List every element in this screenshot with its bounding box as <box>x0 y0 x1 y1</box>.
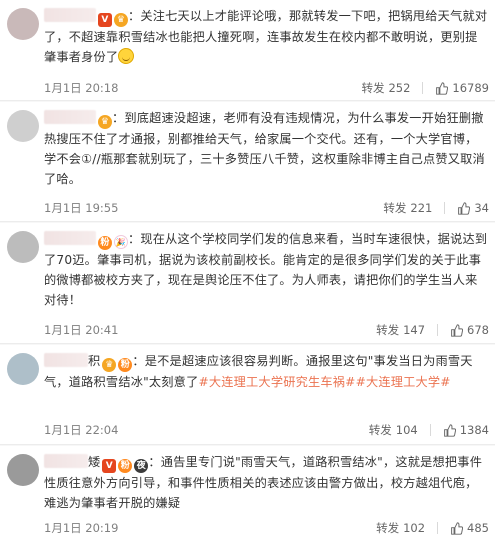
verified-icon: V <box>102 459 117 473</box>
forward-label: 转发 <box>376 323 400 337</box>
comment-meta: 1月1日 20:19 转发 102 485 <box>44 519 489 537</box>
avatar[interactable] <box>7 454 39 486</box>
comment-meta: 1月1日 20:18 转发 252 16789 <box>44 79 489 97</box>
like-count: 485 <box>467 521 489 535</box>
thumbs-up-icon <box>458 201 471 215</box>
hashtag-link[interactable]: #大连理工大学# <box>356 375 451 389</box>
crown-icon: ♛ <box>98 115 112 129</box>
comment-meta: 1月1日 22:04 转发 104 1384 <box>44 421 489 439</box>
comment-body: 积 ♛ 粉：是不是超速应该很容易判断。通报里这句"事发当日为雨雪天气，道路积雪结冰"… <box>44 351 489 392</box>
like-button[interactable]: 16789 <box>435 79 489 97</box>
night-badge-icon: 夜 <box>134 459 149 473</box>
crown-icon: ♛ <box>114 13 128 27</box>
thumbs-up-icon <box>451 521 464 535</box>
comment-meta: 1月1日 20:41 转发 147 678 <box>44 321 489 339</box>
comment-actions: 转发 104 1384 <box>369 421 489 439</box>
username-blurred[interactable] <box>44 454 88 468</box>
divider <box>429 424 431 436</box>
comment-time: 1月1日 19:55 <box>44 201 119 215</box>
comment-time: 1月1日 20:18 <box>44 81 119 95</box>
thumbs-up-icon <box>436 81 449 95</box>
forward-button[interactable]: 转发 102 <box>376 519 425 537</box>
forward-button[interactable]: 转发 104 <box>369 421 418 439</box>
verified-icon: V <box>98 13 112 27</box>
like-count: 16789 <box>452 81 489 95</box>
like-button[interactable]: 34 <box>457 199 489 217</box>
fan-badge-icon: 粉 <box>118 459 133 473</box>
avatar[interactable] <box>7 8 39 40</box>
forward-button[interactable]: 转发 252 <box>361 79 410 97</box>
comment-body: V ♛ ：关注七天以上才能评论哦，那就转发一下吧，把锅甩给天气就对了，不超速靠积雪结… <box>44 6 489 67</box>
fan-badge-icon: 粉 <box>118 358 133 372</box>
comment-actions: 转发 221 34 <box>383 199 489 217</box>
comment-time: 1月1日 20:41 <box>44 323 119 337</box>
comment-meta: 1月1日 19:55 转发 221 34 <box>44 199 489 217</box>
forward-button[interactable]: 转发 221 <box>383 199 432 217</box>
comment-time: 1月1日 20:19 <box>44 521 119 535</box>
forward-button[interactable]: 转发 147 <box>376 321 425 339</box>
comment-actions: 转发 252 16789 <box>361 79 489 97</box>
like-count: 1384 <box>459 423 489 437</box>
thumbs-up-icon <box>443 423 456 437</box>
comment-body: 矮 V 粉夜：通告里专门说"雨雪天气，道路积雪结冰"，这就是想把事件性质往意外方向引… <box>44 452 489 513</box>
like-count: 34 <box>474 201 489 215</box>
crown-icon: ♛ <box>102 358 117 372</box>
divider <box>422 82 424 94</box>
comment-actions: 转发 102 485 <box>376 519 489 537</box>
divider <box>437 324 439 336</box>
comment-time: 1月1日 22:04 <box>44 423 119 437</box>
forward-count: 104 <box>395 423 418 437</box>
username-blurred[interactable] <box>44 8 96 22</box>
party-emoji-icon: 🎉 <box>114 235 128 249</box>
comment-card: 矮 V 粉夜：通告里专门说"雨雪天气，道路积雪结冰"，这就是想把事件性质往意外方向引… <box>0 446 495 546</box>
avatar[interactable] <box>7 110 39 142</box>
username-suffix[interactable]: 积 <box>88 354 100 368</box>
fan-badge-icon: 粉 <box>98 236 112 250</box>
comment-card: 积 ♛ 粉：是不是超速应该很容易判断。通报里这句"事发当日为雨雪天气，道路积雪结冰"… <box>0 345 495 445</box>
comment-card: ♛ ：到底超速没超速，老师有没有违规情况，为什么事发一开始狂删撤热搜压不住了才通报… <box>0 102 495 222</box>
comment-card: V ♛ ：关注七天以上才能评论哦，那就转发一下吧，把锅甩给天气就对了，不超速靠积雪结… <box>0 0 495 101</box>
forward-label: 转发 <box>361 81 385 95</box>
smile-emoji-icon <box>118 48 135 64</box>
avatar[interactable] <box>7 353 39 385</box>
username-blurred[interactable] <box>44 353 88 367</box>
comment-body: 粉 🎉 ：现在从这个学校同学们发的信息来看，当时车速很快，据说达到了70迈。肇事司机… <box>44 229 489 310</box>
like-button[interactable]: 485 <box>450 519 489 537</box>
forward-count: 252 <box>388 81 411 95</box>
username-suffix[interactable]: 矮 <box>88 455 100 469</box>
like-button[interactable]: 1384 <box>443 421 489 439</box>
thumbs-up-icon <box>451 323 464 337</box>
forward-count: 221 <box>410 201 433 215</box>
comment-feed: V ♛ ：关注七天以上才能评论哦，那就转发一下吧，把锅甩给天气就对了，不超速靠积雪结… <box>0 0 495 546</box>
forward-label: 转发 <box>368 423 392 437</box>
comment-actions: 转发 147 678 <box>376 321 489 339</box>
username-blurred[interactable] <box>44 231 96 245</box>
avatar[interactable] <box>7 231 39 263</box>
like-count: 678 <box>467 323 489 337</box>
forward-label: 转发 <box>376 521 400 535</box>
hashtag-link[interactable]: #大连理工大学研究生车祸# <box>198 375 355 389</box>
comment-card: 粉 🎉 ：现在从这个学校同学们发的信息来看，当时车速很快，据说达到了70迈。肇事司机… <box>0 223 495 344</box>
forward-count: 147 <box>403 323 426 337</box>
forward-count: 102 <box>403 521 426 535</box>
comment-body: ♛ ：到底超速没超速，老师有没有违规情况，为什么事发一开始狂删撤热搜压不住了才通报… <box>44 108 489 189</box>
forward-label: 转发 <box>383 201 407 215</box>
divider <box>437 522 439 534</box>
username-blurred[interactable] <box>44 110 96 124</box>
like-button[interactable]: 678 <box>450 321 489 339</box>
divider <box>444 202 446 214</box>
